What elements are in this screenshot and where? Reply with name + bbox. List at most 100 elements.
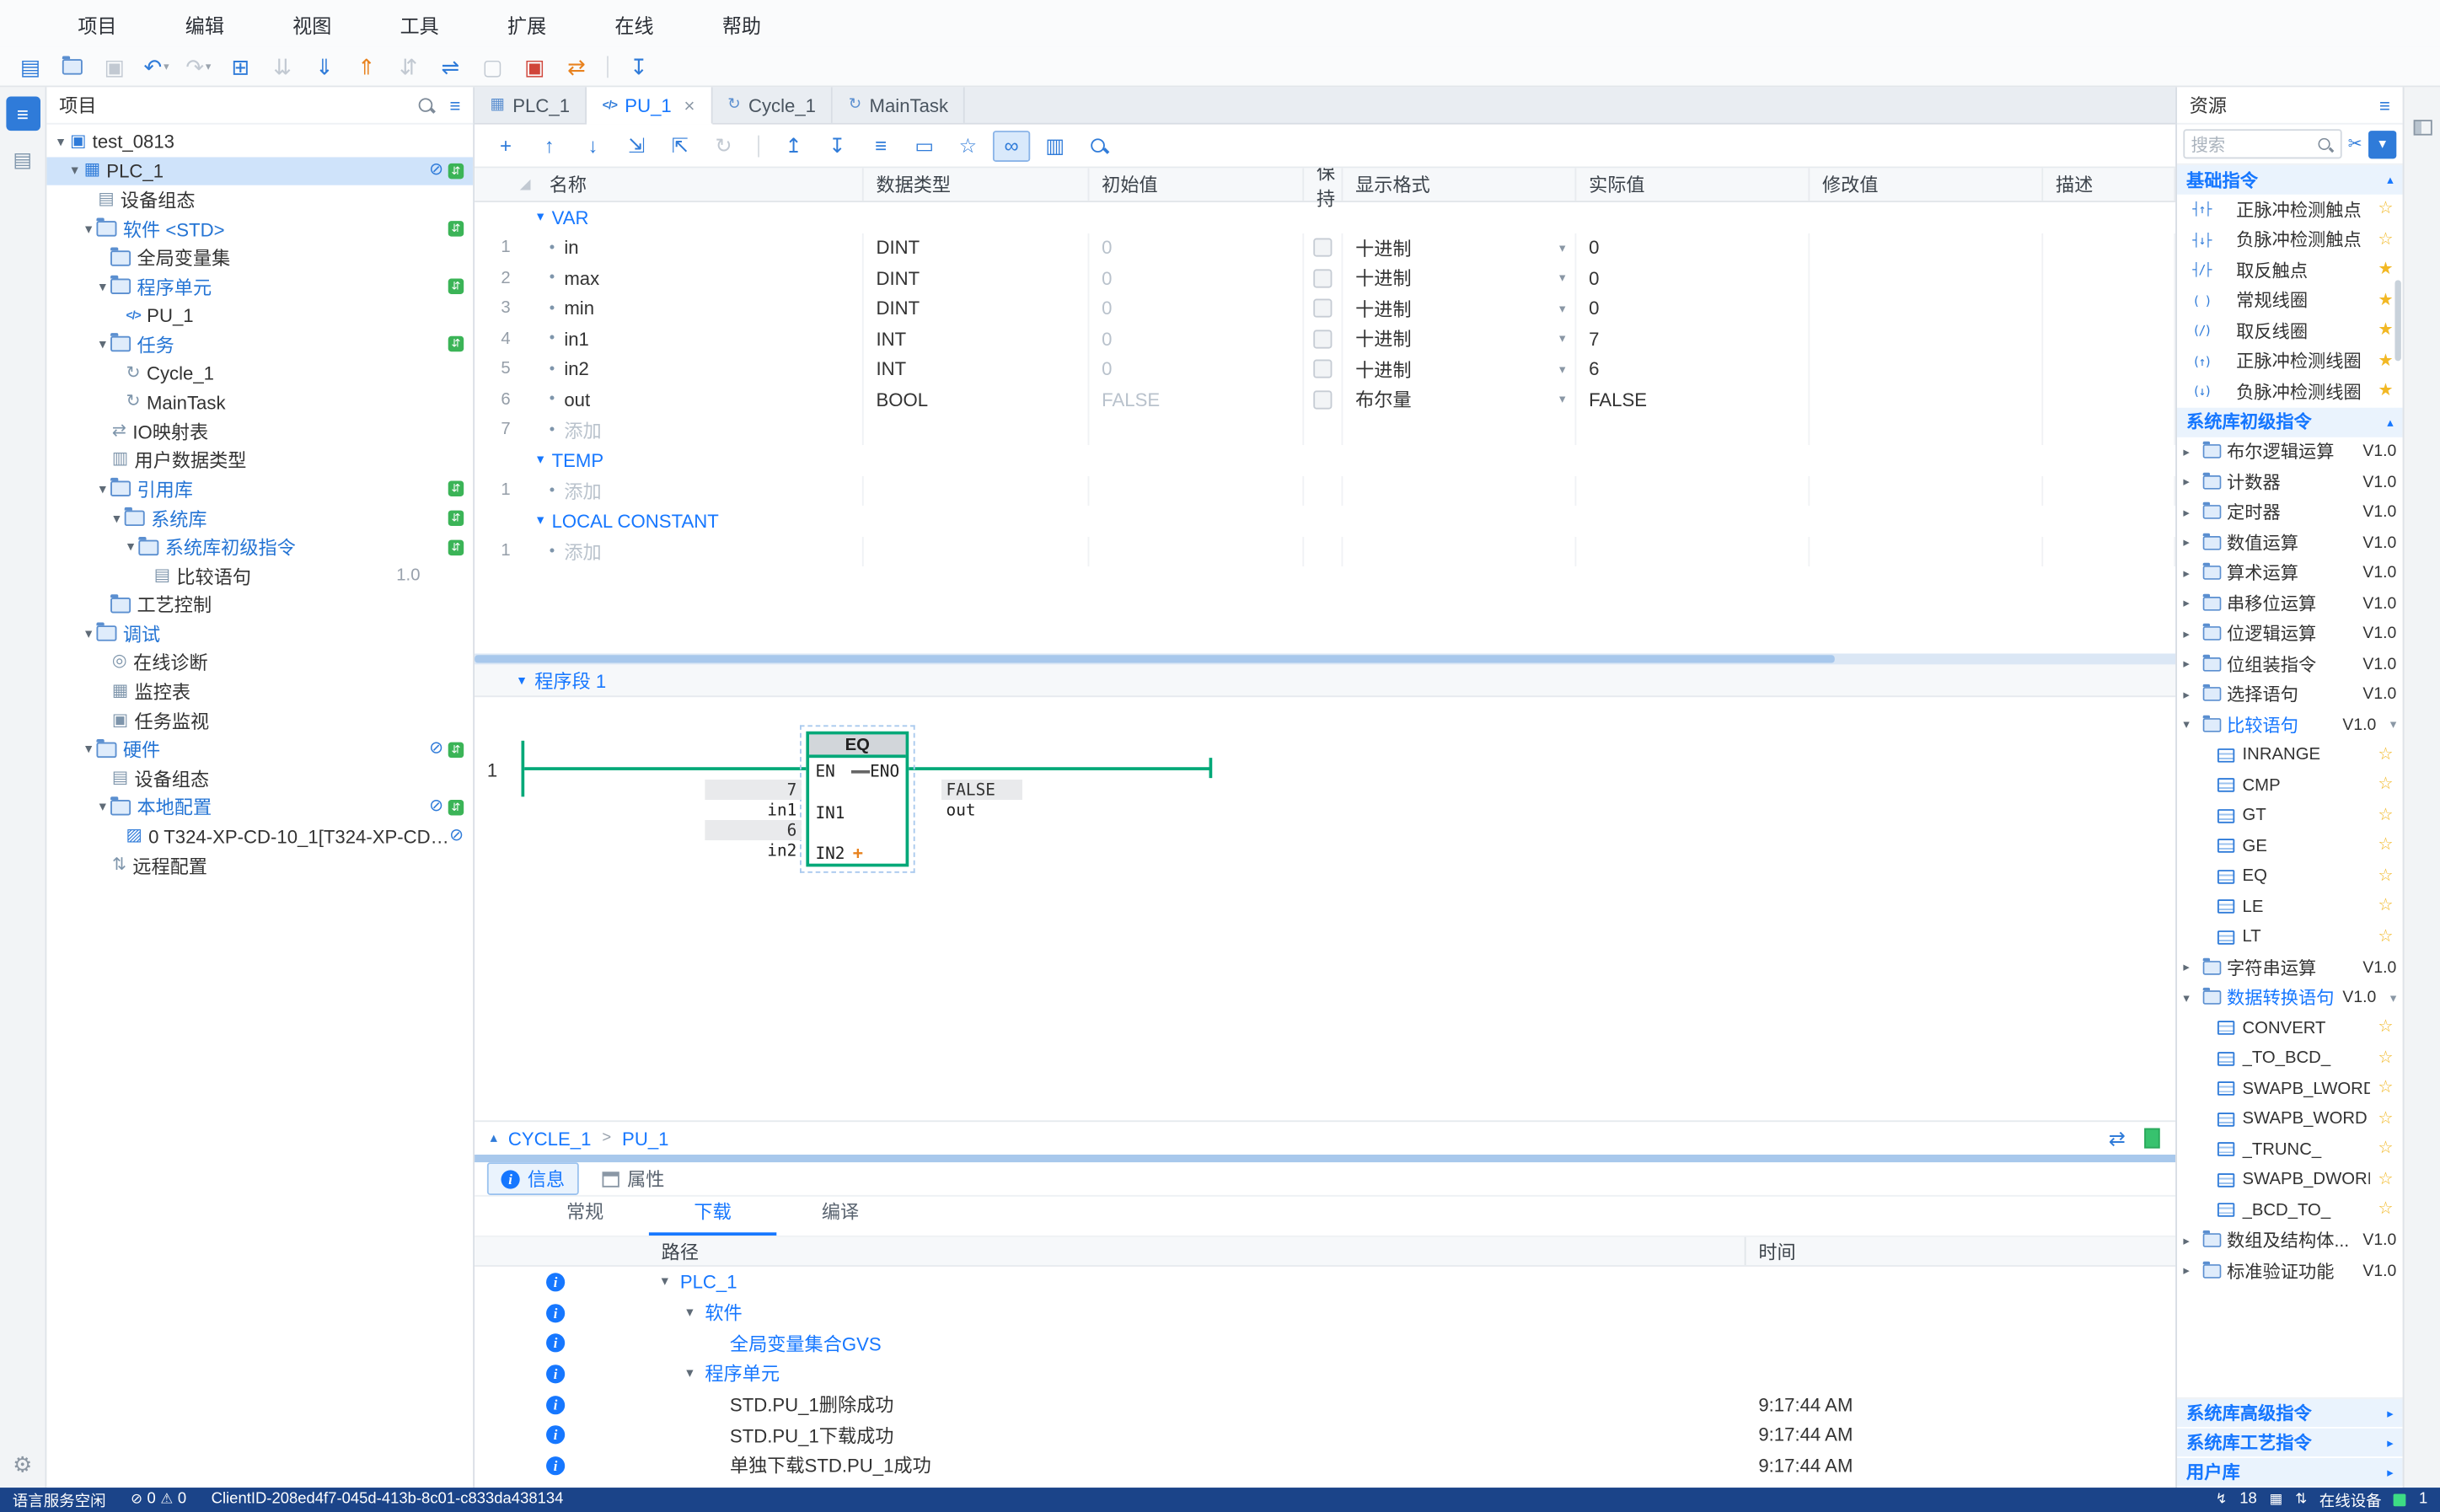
scissors-icon[interactable]: ✂ bbox=[2348, 134, 2362, 154]
sync-button[interactable]: ⇄ bbox=[555, 49, 598, 83]
favorite-star-icon[interactable]: ☆ bbox=[2378, 1020, 2393, 1037]
retain-checkbox[interactable] bbox=[1313, 299, 1332, 318]
ladder-canvas[interactable]: 1 EQ EN ENO IN1 IN2 + 7 in1 bbox=[475, 697, 2175, 1120]
scrollbar-thumb[interactable] bbox=[2394, 280, 2400, 361]
variable-row[interactable]: 3•minDINT0十进制▾0 bbox=[475, 293, 2175, 324]
caret-down-icon[interactable]: ▾ bbox=[2381, 991, 2396, 1005]
favorite-star-icon[interactable]: ☆ bbox=[2378, 201, 2393, 218]
expand-icon[interactable]: ▾ bbox=[95, 336, 110, 353]
expand-icon[interactable]: ▸ bbox=[2183, 445, 2197, 459]
caret-down-icon[interactable]: ▾ bbox=[2381, 718, 2396, 732]
menu-item[interactable]: 扩展 bbox=[473, 8, 580, 38]
download-to-device-button[interactable]: ↧ bbox=[618, 49, 660, 83]
library-config-button[interactable]: ⊞ bbox=[219, 49, 261, 83]
editor-tab[interactable]: </>PU_1× bbox=[587, 87, 711, 124]
resource-search-input[interactable]: 搜索 bbox=[2183, 129, 2341, 158]
favorite-star-icon[interactable]: ☆ bbox=[2378, 232, 2393, 249]
expand-icon[interactable]: ▾ bbox=[95, 278, 110, 295]
expand-icon[interactable]: ▸ bbox=[2183, 597, 2197, 611]
message-row[interactable]: i单独下载STD.PU_1成功9:17:44 AM bbox=[475, 1450, 2175, 1481]
view-options-icon[interactable]: ≡ bbox=[450, 94, 461, 116]
message-row[interactable]: iSTD.PU_1删除成功9:17:44 AM bbox=[475, 1389, 2175, 1419]
variable-row[interactable]: 5•in2INT0十进制▾6 bbox=[475, 354, 2175, 384]
collapse-icon[interactable]: ▴ bbox=[2387, 173, 2393, 187]
description[interactable] bbox=[2043, 263, 2175, 293]
tree-item[interactable]: ▾系统库初级指令⇵ bbox=[46, 533, 473, 561]
message-subtab[interactable]: 编译 bbox=[776, 1198, 904, 1236]
variable-row[interactable]: 4•in1INT0十进制▾7 bbox=[475, 324, 2175, 354]
message-path[interactable]: 全局变量集合GVS bbox=[730, 1330, 882, 1356]
favorite-star-icon[interactable]: ☆ bbox=[2378, 1111, 2393, 1128]
expand-icon[interactable]: ▾ bbox=[67, 163, 82, 180]
library-folder[interactable]: ▸选择语句V1.0 bbox=[2177, 679, 2403, 710]
message-row[interactable]: i▾程序单元 bbox=[475, 1359, 2175, 1389]
modify-value[interactable] bbox=[1810, 384, 2043, 415]
instruction-item[interactable]: EQ☆ bbox=[2177, 861, 2403, 892]
insert-network-above-button[interactable]: ↥ bbox=[775, 130, 812, 161]
expand-icon[interactable]: ▸ bbox=[2183, 536, 2197, 550]
expand-icon[interactable]: ▸ bbox=[2387, 1465, 2393, 1479]
expand-icon[interactable]: ▸ bbox=[2183, 475, 2197, 490]
initial-value[interactable]: 0 bbox=[1089, 324, 1304, 354]
variable-row[interactable]: 1•添加 bbox=[475, 536, 2175, 566]
menu-item[interactable]: 在线 bbox=[581, 8, 688, 38]
expand-icon[interactable]: ▾ bbox=[81, 741, 96, 758]
collapse-panel-icon[interactable]: ▴ bbox=[491, 1129, 497, 1146]
modify-value[interactable] bbox=[1810, 354, 2043, 384]
instruction-item[interactable]: CONVERT☆ bbox=[2177, 1013, 2403, 1043]
instruction-item[interactable]: ┤↓├负脉冲检测触点☆ bbox=[2177, 225, 2403, 255]
tree-item[interactable]: ▾▣test_0813 bbox=[46, 127, 473, 156]
message-path[interactable]: 程序单元 bbox=[705, 1360, 780, 1386]
variable-type[interactable]: BOOL bbox=[864, 384, 1090, 415]
expand-icon[interactable]: ▸ bbox=[2183, 627, 2197, 641]
add-variable-label[interactable]: 添加 bbox=[564, 477, 601, 503]
favorite-star-icon[interactable]: ☆ bbox=[2378, 747, 2393, 764]
instruction-item[interactable]: INRANGE☆ bbox=[2177, 740, 2403, 770]
variable-row[interactable]: 7•添加 bbox=[475, 415, 2175, 445]
variable-group-row[interactable]: ▾LOCAL CONSTANT bbox=[475, 506, 2175, 536]
open-project-button[interactable] bbox=[51, 49, 94, 83]
export-button[interactable]: ⇱ bbox=[662, 130, 699, 161]
menu-item[interactable]: 帮助 bbox=[688, 8, 795, 38]
menu-item[interactable]: 项目 bbox=[44, 8, 151, 38]
search-button[interactable] bbox=[1080, 130, 1117, 161]
tree-item[interactable]: ⇅远程配置 bbox=[46, 851, 473, 880]
favorite-star-icon[interactable]: ☆ bbox=[2378, 807, 2393, 824]
move-down-button[interactable]: ↓ bbox=[574, 130, 611, 161]
instruction-item[interactable]: SWAPB_LWORD☆ bbox=[2177, 1074, 2403, 1104]
message-subtab[interactable]: 下载 bbox=[649, 1198, 776, 1236]
favorite-star-icon[interactable]: ☆ bbox=[2378, 1050, 2393, 1067]
tree-item[interactable]: 全局变量集 bbox=[46, 244, 473, 272]
instruction-item[interactable]: (/)取反线圈★ bbox=[2177, 316, 2403, 346]
section-header[interactable]: 基础指令▴ bbox=[2177, 165, 2403, 195]
retain-checkbox[interactable] bbox=[1313, 360, 1332, 378]
library-folder[interactable]: ▸计数器V1.0 bbox=[2177, 467, 2403, 497]
collapse-group-icon[interactable]: ▾ bbox=[537, 209, 544, 226]
favorite-star-icon[interactable]: ☆ bbox=[2378, 1202, 2393, 1219]
modify-value[interactable] bbox=[1810, 263, 2043, 293]
initial-value[interactable]: 0 bbox=[1089, 354, 1304, 384]
save-button[interactable]: ▣ bbox=[94, 49, 136, 83]
instruction-item[interactable]: _BCD_TO_☆ bbox=[2177, 1195, 2403, 1225]
retain-checkbox[interactable] bbox=[1313, 390, 1332, 409]
favorite-star-icon[interactable]: ☆ bbox=[2378, 1172, 2393, 1188]
favorite-star-icon[interactable]: ☆ bbox=[2378, 1141, 2393, 1158]
tree-item[interactable]: ▾硬件⊘⇵ bbox=[46, 735, 473, 764]
display-format-select[interactable]: 十进制▾ bbox=[1343, 233, 1576, 263]
horizontal-splitter[interactable] bbox=[475, 653, 2175, 664]
device-library-button[interactable]: ▤ bbox=[5, 143, 40, 178]
tree-item[interactable]: ↻Cycle_1 bbox=[46, 359, 473, 388]
display-format-select[interactable]: 十进制▾ bbox=[1343, 324, 1576, 354]
operand-in2[interactable]: in2 bbox=[705, 840, 801, 861]
tree-item[interactable]: ↻MainTask bbox=[46, 388, 473, 416]
favorite-star-icon[interactable]: ★ bbox=[2378, 323, 2393, 340]
instruction-item[interactable]: ┤/├取反触点★ bbox=[2177, 255, 2403, 286]
collapse-network-icon[interactable]: ▾ bbox=[518, 672, 525, 689]
instruction-item[interactable]: ┤↑├正脉冲检测触点☆ bbox=[2177, 195, 2403, 225]
disconnect-button[interactable]: ⇵ bbox=[388, 49, 430, 83]
variable-row[interactable]: 6•outBOOLFALSE布尔量▾FALSE bbox=[475, 384, 2175, 415]
collapse-icon[interactable]: ▴ bbox=[2387, 415, 2393, 429]
operand-out[interactable]: out bbox=[941, 800, 1022, 820]
library-folder[interactable]: ▸字符串运算V1.0 bbox=[2177, 952, 2403, 983]
expand-icon[interactable]: ▾ bbox=[123, 539, 138, 555]
